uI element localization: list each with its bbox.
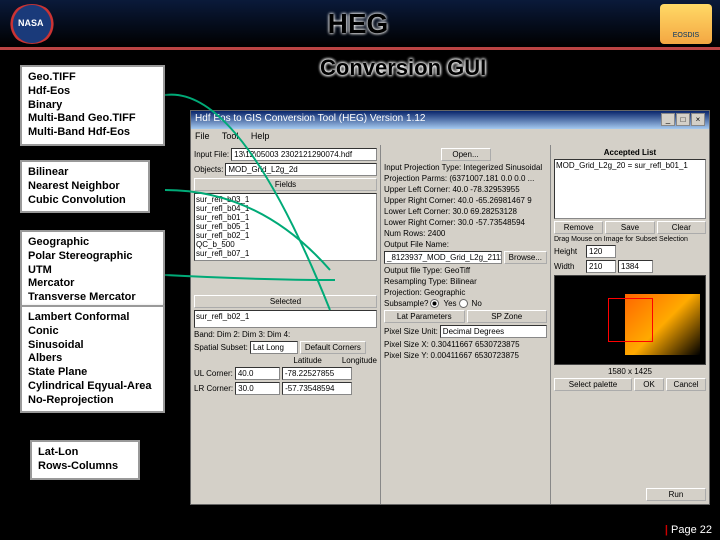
nasa-logo [8,4,56,44]
cancel-button[interactable]: Cancel [666,378,706,391]
drag-hint-label: Drag Mouse on Image for Subset Selection [554,236,706,243]
lrc-label: Lower Right Corner: 30.0 -57.73548594 [384,218,547,227]
height-input[interactable]: 120 [586,245,616,258]
annotation-resampling: BilinearNearest NeighborCubic Convolutio… [20,160,150,213]
input-file-field[interactable]: 13\12\05003 2302121290074.hdf [231,148,377,161]
band-label: Band: [194,330,215,339]
annotation-projections-2: Lambert Conformal ConicSinusoidalAlbersS… [20,305,165,413]
minimize-icon[interactable]: _ [661,113,675,126]
menu-help[interactable]: Help [251,131,270,141]
llc-label: Lower Left Corner: 30.0 69.28253128 [384,207,547,216]
lr-lat-input[interactable]: 30.0 [235,382,280,395]
save-button[interactable]: Save [605,221,654,234]
ul-lat-input[interactable]: 40.0 [235,367,280,380]
annotation-subset: Lat-LonRows-Columns [30,440,140,480]
image-dims-label: 1580 x 1425 [554,367,706,376]
selected-label: Selected [194,295,377,308]
output-file-label: Output File Name: [384,240,547,249]
lat-params-button[interactable]: Lat Parameters [384,310,465,323]
subsample-yes-radio[interactable] [430,299,439,308]
menu-file[interactable]: File [195,131,210,141]
lr-lon-input[interactable]: -57.73548594 [282,382,352,395]
input-file-label: Input File: [194,150,229,159]
projection-label: Projection: Geographic [384,288,547,297]
clear-button[interactable]: Clear [657,221,706,234]
ok-button[interactable]: OK [634,378,664,391]
preview-image[interactable] [554,275,706,365]
accepted-list-label: Accepted List [554,148,706,157]
pixel-unit-select[interactable]: Decimal Degrees [440,325,547,338]
remove-button[interactable]: Remove [554,221,603,234]
spatial-subset-select[interactable]: Lat Long [250,341,298,354]
app-window: Hdf Eos to GIS Conversion Tool (HEG) Ver… [190,110,710,505]
accepted-list[interactable]: MOD_Grid_L2g_20 = sur_refl_b01_1 [554,159,706,219]
fields-list[interactable]: sur_refl_b03_1sur_refl_b04_1sur_refl_b01… [194,193,377,261]
objects-select[interactable]: MOD_Grid_L2g_2d [225,163,377,176]
output-type-label: Output file Type: GeoTiff [384,266,547,275]
fields-button[interactable]: Fields [194,178,377,191]
resampling-type-label: Resampling Type: Bilinear [384,277,547,286]
output-file-field[interactable]: _8123937_MOD_Grid_L2g_2111 [384,251,502,264]
spatial-subset-label: Spatial Subset: [194,343,248,352]
menu-bar: File Tool Help [191,129,709,145]
slide-title: HEG [56,8,660,40]
objects-label: Objects: [194,165,223,174]
annotation-formats: Geo.TIFFHdf-EosBinaryMulti-Band Geo.TIFF… [20,65,165,146]
urc-label: Upper Right Corner: 40.0 -65.26981467 9 [384,196,547,205]
subset-box[interactable] [608,298,653,342]
close-icon[interactable]: × [691,113,705,126]
selected-list[interactable]: sur_refl_b02_1 [194,310,377,328]
menu-tool[interactable]: Tool [222,131,239,141]
open-button[interactable]: Open... [441,148,491,161]
default-corners-button[interactable]: Default Corners [300,341,366,354]
browse-button[interactable]: Browse... [504,251,547,264]
palette-button[interactable]: Select palette [554,378,632,391]
width-input[interactable]: 210 [586,260,616,273]
pixel-x-label: Pixel Size X: 0.30411667 6530723875 [384,340,547,349]
window-titlebar[interactable]: Hdf Eos to GIS Conversion Tool (HEG) Ver… [191,111,709,129]
page-number: | Page 22 [665,524,712,536]
ul-lon-input[interactable]: -78.22527855 [282,367,352,380]
ulc-label: Upper Left Corner: 40.0 -78.32953955 [384,185,547,194]
sp-zone-button[interactable]: SP Zone [467,310,548,323]
maximize-icon[interactable]: □ [676,113,690,126]
window-title: Hdf Eos to GIS Conversion Tool (HEG) Ver… [195,113,425,127]
eosdis-logo: EOSDIS [660,4,712,44]
slide-subtitle: Conversion GUI [320,55,486,81]
rows-label: Num Rows: 2400 [384,229,547,238]
run-button[interactable]: Run [646,488,706,501]
subsample-no-radio[interactable] [459,299,468,308]
proj-parms-label: Projection Parms: (6371007.181 0.0 0.0 .… [384,174,547,183]
pixel-y-label: Pixel Size Y: 0.00411667 6530723875 [384,351,547,360]
proj-type-label: Input Projection Type: Integerized Sinus… [384,163,547,172]
